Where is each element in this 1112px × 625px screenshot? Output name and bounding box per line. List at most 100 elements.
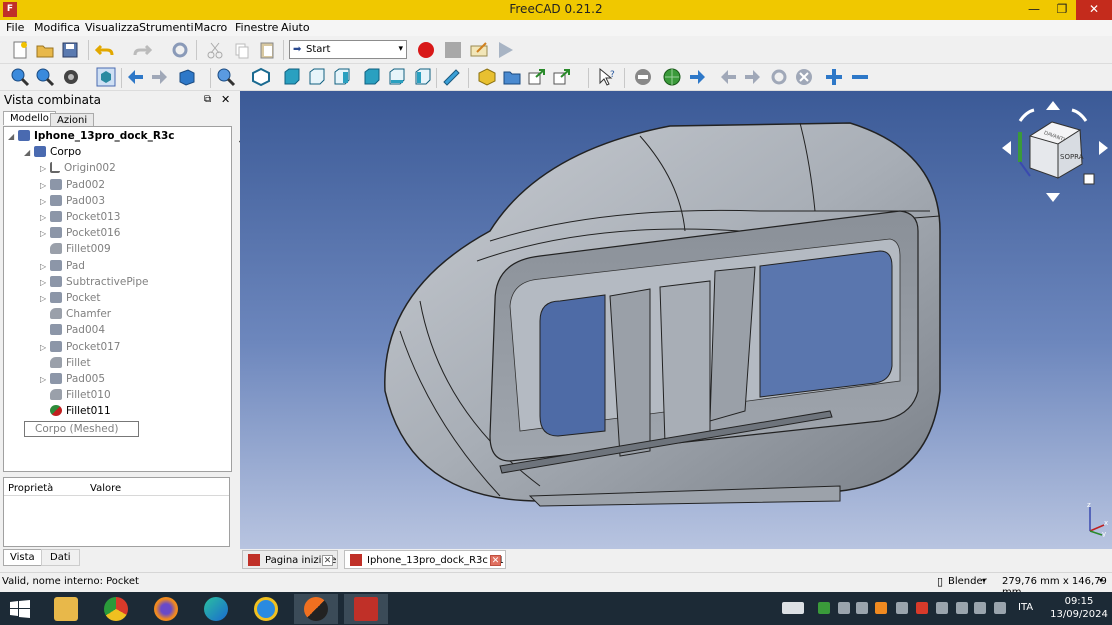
nav-down-arrow-icon[interactable] — [1046, 193, 1060, 202]
run-macro-icon[interactable] — [495, 40, 515, 60]
web-go-icon[interactable] — [688, 67, 708, 87]
navigation-style-dropdown-icon[interactable]: ▾ — [982, 576, 986, 585]
panel-close-icon[interactable]: ✕ — [221, 93, 230, 106]
minimize-button[interactable]: — — [1020, 0, 1048, 20]
battery-icon[interactable] — [956, 602, 968, 614]
tree-expander-icon[interactable]: ▷ — [40, 210, 50, 225]
forward-arrow-icon[interactable] — [150, 67, 170, 87]
tree-item[interactable]: ◢ Iphone_13pro_dock_R3c — [8, 129, 175, 144]
tree-expander-icon[interactable]: ▷ — [40, 194, 50, 209]
rear-view-icon[interactable] — [361, 67, 381, 87]
tree-item[interactable]: ▷ Origin002 — [40, 161, 116, 176]
save-icon[interactable] — [60, 40, 80, 60]
cut-icon[interactable] — [205, 40, 225, 60]
web-forward-icon[interactable] — [743, 67, 763, 87]
tree-item[interactable]: Fillet — [40, 356, 91, 371]
front-view-icon[interactable] — [281, 67, 301, 87]
zoom-icon[interactable] — [216, 67, 236, 87]
chrome-task[interactable] — [94, 594, 138, 624]
nvidia-icon[interactable] — [818, 602, 830, 614]
workbench-selector[interactable]: ➡ Start ▾ — [289, 40, 407, 59]
menu-modifica[interactable]: Modifica — [34, 21, 80, 34]
file-explorer-task[interactable] — [44, 594, 88, 624]
tray-icon-d[interactable] — [896, 602, 908, 614]
edge-task[interactable] — [194, 594, 238, 624]
close-tab-icon[interactable]: ✕ — [322, 555, 333, 566]
nav-face-top[interactable]: SOPRA — [1060, 153, 1084, 161]
internet-explorer-task[interactable] — [244, 594, 288, 624]
tree-item[interactable]: ▷ Pad — [40, 259, 85, 274]
tab-document[interactable]: Iphone_13pro_dock_R3c : 1 ✕ — [344, 550, 506, 569]
close-button[interactable]: ✕ — [1076, 0, 1112, 20]
tree-item[interactable]: Chamfer — [40, 307, 111, 322]
create-part-icon[interactable] — [477, 67, 497, 87]
create-group-icon[interactable] — [502, 67, 522, 87]
undock-icon[interactable]: ⧉ — [204, 94, 211, 105]
tray-icon-a[interactable] — [838, 602, 850, 614]
undo-icon[interactable] — [95, 40, 115, 60]
tree-item[interactable]: ▷ Pad005 — [40, 372, 105, 387]
open-folder-icon[interactable] — [35, 40, 55, 60]
navigation-style[interactable]: Blender — [948, 576, 987, 587]
nav-left-arrow-icon[interactable] — [1002, 141, 1011, 155]
zoom-in-icon[interactable] — [824, 67, 844, 87]
navigation-cube[interactable]: SOPRA DAVANTI — [1000, 96, 1110, 206]
tree-item[interactable]: ▷ Pocket013 — [40, 210, 120, 225]
firefox-task[interactable] — [144, 594, 188, 624]
tray-icon-b[interactable] — [856, 602, 868, 614]
keyboard-icon[interactable] — [782, 602, 804, 614]
tree-expander-icon[interactable]: ◢ — [8, 129, 18, 144]
standard-views-icon[interactable] — [176, 67, 196, 87]
record-macro-icon[interactable] — [416, 40, 436, 60]
tree-item[interactable]: Fillet009 — [40, 242, 111, 257]
windows-start-icon[interactable] — [10, 600, 30, 618]
menu-visualizza[interactable]: Visualizza — [85, 21, 139, 34]
app-task[interactable] — [294, 594, 338, 624]
tree-expander-icon[interactable]: ▷ — [40, 291, 50, 306]
tree-item[interactable]: ▷ Pad002 — [40, 178, 105, 193]
isometric-view-icon[interactable] — [251, 67, 271, 87]
fit-all-icon[interactable] — [10, 67, 30, 87]
units-dropdown-icon[interactable]: ▾ — [1099, 576, 1103, 585]
tree-item[interactable]: Corpo (Meshed) — [24, 420, 140, 437]
tree-item[interactable]: Fillet011 — [40, 404, 111, 419]
bottom-view-icon[interactable] — [386, 67, 406, 87]
nav-right-arrow-icon[interactable] — [1099, 141, 1108, 155]
bounding-box-icon[interactable] — [96, 67, 116, 87]
redo-icon[interactable] — [132, 40, 152, 60]
link-icon[interactable] — [527, 67, 547, 87]
menu-finestre[interactable]: Finestre — [235, 21, 278, 34]
tree-item[interactable]: ◢ Corpo — [24, 145, 81, 160]
nav-up-arrow-icon[interactable] — [1046, 101, 1060, 110]
link-actions-icon[interactable] — [552, 67, 572, 87]
dock-model[interactable] — [240, 91, 1112, 549]
tab-start-page[interactable]: Pagina iniziale ✕ — [242, 550, 338, 569]
tree-expander-icon[interactable]: ▷ — [40, 178, 50, 193]
tree-item[interactable]: ▷ Pad003 — [40, 194, 105, 209]
web-refresh-icon[interactable] — [769, 67, 789, 87]
menu-aiuto[interactable]: Aiuto — [281, 21, 310, 34]
model-tree[interactable]: ◢ Iphone_13pro_dock_R3c ◢ Corpo ▷ Origin002 ▷ P… — [3, 126, 232, 472]
back-arrow-icon[interactable] — [125, 67, 145, 87]
web-stop-icon[interactable] — [794, 67, 814, 87]
menu-strumenti[interactable]: Strumenti — [139, 21, 194, 34]
tree-item[interactable]: Pad004 — [40, 323, 105, 338]
tab-azioni[interactable]: Azioni — [50, 113, 95, 127]
tree-expander-icon[interactable]: ▷ — [40, 226, 50, 241]
freecad-task[interactable] — [344, 594, 388, 624]
menu-file[interactable]: File — [6, 21, 24, 34]
copy-icon[interactable] — [232, 40, 252, 60]
language-indicator[interactable]: ITA — [1018, 602, 1033, 613]
tree-expander-icon[interactable]: ▷ — [40, 340, 50, 355]
measure-icon[interactable] — [441, 67, 461, 87]
tree-item[interactable]: ▷ Pocket016 — [40, 226, 120, 241]
maximize-button[interactable]: ❐ — [1048, 0, 1076, 20]
tree-expander-icon[interactable]: ▷ — [40, 161, 50, 176]
tree-item[interactable]: ▷ Pocket — [40, 291, 100, 306]
close-tab-icon[interactable]: ✕ — [490, 555, 501, 566]
top-view-icon[interactable] — [306, 67, 326, 87]
tray-icon-c[interactable] — [875, 602, 887, 614]
tree-expander-icon[interactable]: ◢ — [24, 145, 34, 160]
volume-icon[interactable] — [994, 602, 1006, 614]
network-icon[interactable] — [974, 602, 986, 614]
